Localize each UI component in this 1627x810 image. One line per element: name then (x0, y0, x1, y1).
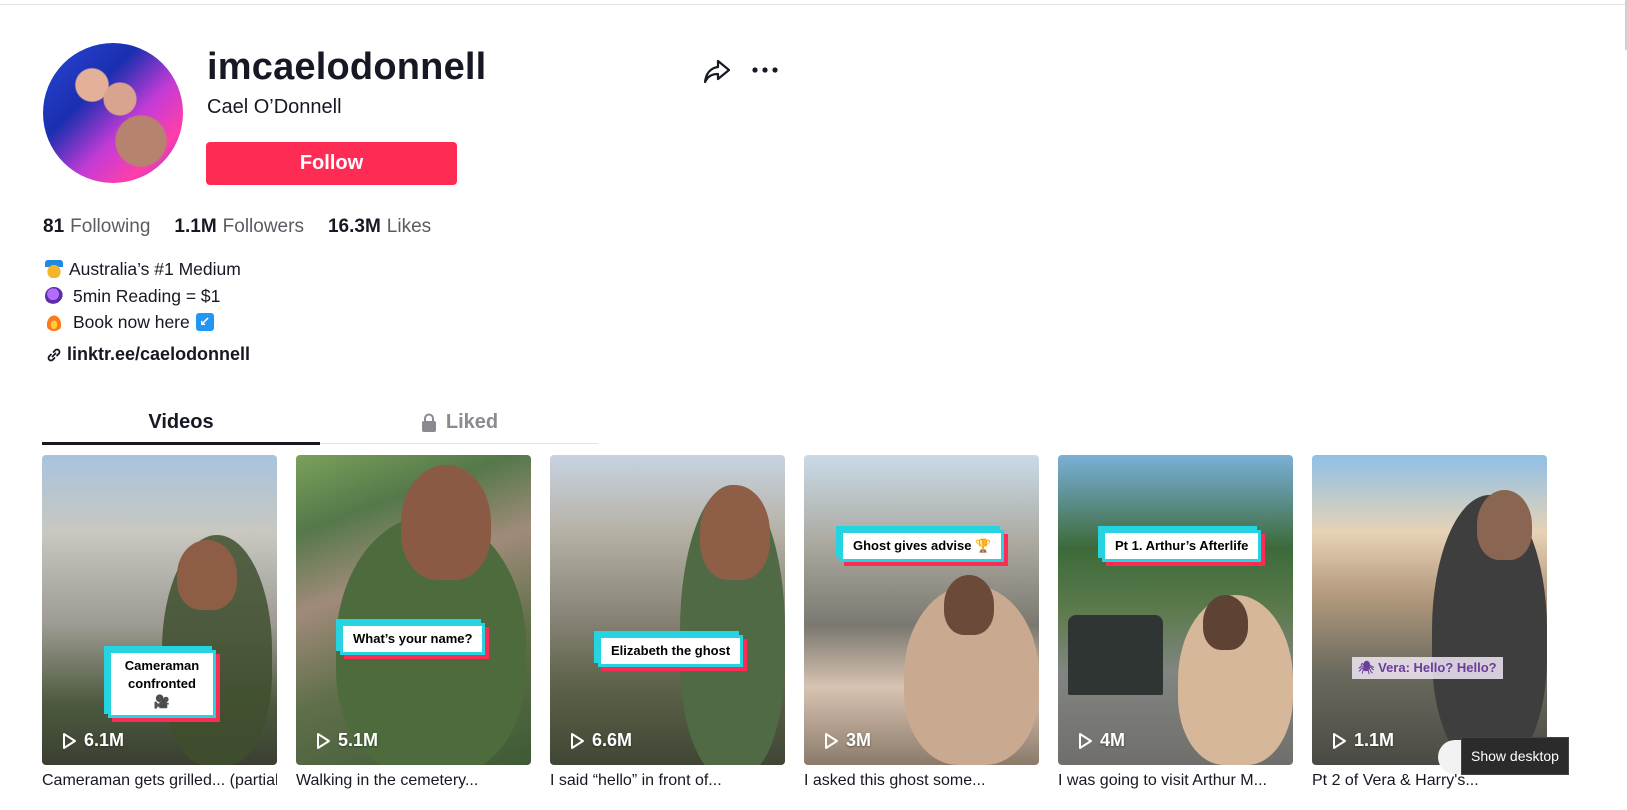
video-card[interactable]: Pt 1. Arthur’s Afterlife 4M (1058, 455, 1293, 765)
video-caption: Pt 1. Arthur’s Afterlife (1102, 530, 1262, 562)
tab-active-indicator (42, 442, 320, 445)
play-icon (63, 732, 76, 749)
lock-icon (421, 413, 436, 432)
likes-stat: 16.3M Likes (328, 216, 431, 238)
bio-line: Book now here ↙ (45, 309, 241, 336)
link-icon (47, 348, 61, 361)
tab-liked-label: Liked (445, 411, 499, 433)
fire-icon (45, 313, 63, 332)
play-count-value: 5.1M (338, 730, 379, 750)
arrow-down-left-icon: ↙ (195, 313, 214, 332)
play-icon (317, 732, 330, 749)
avatar[interactable] (43, 43, 183, 183)
medal-icon (45, 260, 63, 279)
followers-label: Followers (222, 216, 304, 237)
following-label: Following (70, 216, 151, 237)
video-descriptions: Cameraman gets grilled... (partially vis… (42, 772, 1547, 792)
play-count: 6.6M (568, 730, 632, 751)
likes-label: Likes (386, 216, 432, 237)
tab-videos-label: Videos (148, 411, 214, 433)
video-description[interactable]: Pt 2 of Vera & Harry's... (1312, 772, 1547, 792)
play-count-value: 6.6M (592, 730, 633, 750)
video-description[interactable]: I asked this ghost some... (804, 772, 1039, 792)
video-caption: Ghost gives advise 🏆 (840, 530, 1005, 562)
profile-link-text[interactable]: linktr.ee/caelodonnell (67, 344, 250, 365)
video-caption: 🕷 Vera: Hello? Hello? (1352, 657, 1503, 679)
play-count: 3M (822, 730, 871, 751)
video-description[interactable]: I said “hello” in front of... (550, 772, 785, 792)
nickname: Cael O’Donnell (207, 96, 342, 118)
video-description[interactable]: Cameraman gets grilled... (partially vis… (42, 772, 277, 792)
play-count-value: 1.1M (1354, 730, 1395, 750)
play-count: 6.1M (60, 730, 124, 751)
video-caption: What’s your name? (340, 623, 486, 655)
likes-count: 16.3M (327, 216, 381, 237)
video-card[interactable]: Ghost gives advise 🏆 3M (804, 455, 1039, 765)
play-icon (825, 732, 838, 749)
video-card[interactable]: Cameraman confronted 🎥 6.1M (42, 455, 277, 765)
followers-count: 1.1M (174, 216, 217, 237)
play-icon (1079, 732, 1092, 749)
play-count-value: 6.1M (84, 730, 125, 750)
play-count-value: 3M (846, 730, 872, 750)
share-icon[interactable] (702, 56, 732, 86)
top-divider (0, 4, 1627, 5)
more-options-icon[interactable] (750, 56, 780, 84)
video-caption: Cameraman confronted 🎥 (108, 650, 216, 718)
play-count: 5.1M (314, 730, 378, 751)
video-description[interactable]: I was going to visit Arthur M... (1058, 772, 1293, 792)
video-card[interactable]: Elizabeth the ghost 6.6M (550, 455, 785, 765)
followers-stat[interactable]: 1.1M Followers (174, 216, 304, 238)
tab-liked[interactable]: Liked (320, 402, 598, 443)
profile-link[interactable]: linktr.ee/caelodonnell (45, 344, 250, 365)
follow-button[interactable]: Follow (206, 142, 457, 185)
show-desktop-tooltip: Show desktop (1461, 737, 1569, 775)
play-icon (571, 732, 584, 749)
video-caption: Elizabeth the ghost (598, 635, 744, 667)
play-count: 4M (1076, 730, 1125, 751)
username: imcaelodonnell (207, 46, 487, 88)
video-card[interactable]: 🕷 Vera: Hello? Hello? 1.1M (1312, 455, 1547, 765)
bio-line: 5min Reading = $1 (45, 283, 241, 310)
video-grid: Cameraman confronted 🎥 6.1M What’s your … (42, 455, 1547, 765)
play-count: 1.1M (1330, 730, 1394, 751)
bio-line-1: Australia’s #1 Medium (69, 259, 241, 279)
crystal-ball-icon (45, 286, 63, 305)
bio: Australia’s #1 Medium 5min Reading = $1 … (45, 256, 241, 336)
play-count-value: 4M (1100, 730, 1126, 750)
bio-line-2: 5min Reading = $1 (73, 285, 221, 306)
video-description[interactable]: Walking in the cemetery... (296, 772, 531, 792)
bio-line-3: Book now here (73, 312, 190, 332)
following-stat[interactable]: 81 Following (43, 216, 150, 238)
tab-videos[interactable]: Videos (42, 402, 320, 443)
play-icon (1333, 732, 1346, 749)
following-count: 81 (43, 216, 65, 237)
bio-line: Australia’s #1 Medium (45, 256, 241, 283)
video-card[interactable]: What’s your name? 5.1M (296, 455, 531, 765)
profile-tabs: Videos Liked (42, 402, 598, 444)
profile-stats: 81 Following 1.1M Followers 16.3M Likes (43, 216, 431, 238)
